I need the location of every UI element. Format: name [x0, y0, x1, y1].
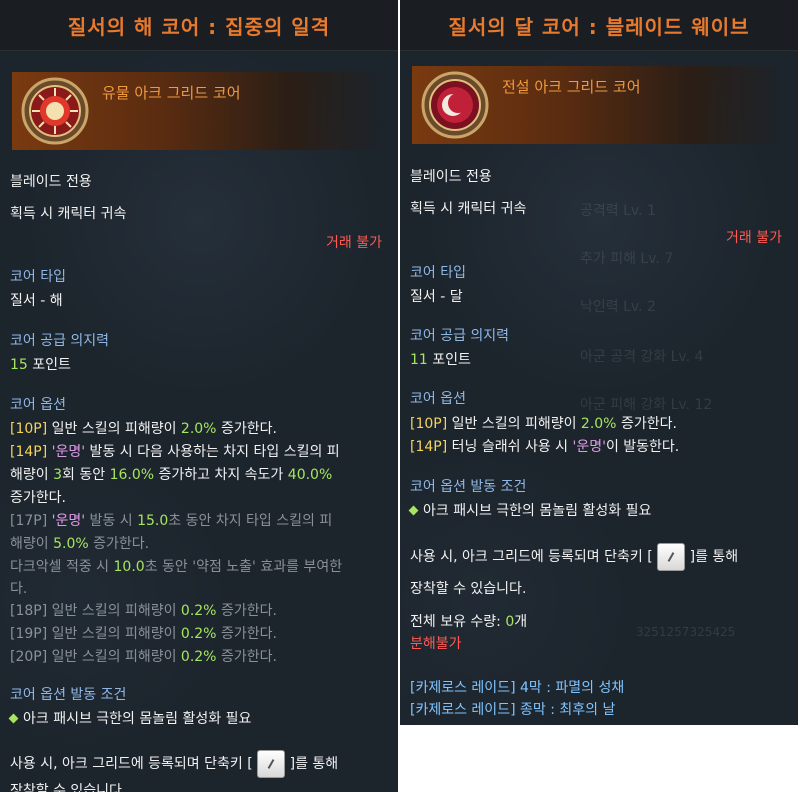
option-19p: [19P] 일반 스킬의 피해량이 0.2% 증가한다.: [10, 626, 277, 642]
trade-status: 거래 불가: [726, 230, 782, 246]
title-bar: 질서의 달 코어 : 블레이드 웨이브: [400, 0, 798, 51]
option-condition: 아크 패시브 극한의 몸놀림 활성화 필요: [6, 708, 251, 728]
hotkey-icon: [257, 750, 286, 778]
option-17p: [17P] '운명' 발동 시 15.0초 동안 차지 타입 스킬의 피: [10, 513, 333, 529]
background-text: 아군 피해 강화 Lv. 12: [580, 397, 713, 413]
class-restriction: 블레이드 전용: [10, 174, 92, 190]
source-raid-final: [카제로스 레이드] 종막 : 최후의 날: [410, 702, 616, 718]
item-title: 질서의 해 코어 : 집중의 일격: [67, 14, 331, 39]
background-text: 공격력 Lv. 1: [580, 203, 656, 219]
core-options-label: 코어 옵션: [410, 391, 466, 407]
option-condition-label: 코어 옵션 발동 조건: [10, 687, 127, 703]
title-bar: 질서의 해 코어 : 집중의 일격: [0, 0, 398, 51]
bind-info: 획득 시 캐릭터 귀속: [410, 201, 527, 217]
usage-info: 사용 시, 아크 그리드에 등록되며 단축키 [ ]를 통해: [10, 750, 338, 778]
option-14p-end: 증가한다.: [10, 490, 66, 506]
source-raid-4: [카제로스 레이드] 4막 : 파멸의 성채: [410, 680, 625, 696]
diamond-bullet-icon: [408, 505, 419, 515]
background-text: 3251257325425: [636, 625, 736, 639]
hotkey-icon: [657, 543, 686, 571]
item-header: 전설 아크 그리드 코어: [412, 66, 786, 144]
item-title: 질서의 달 코어 : 블레이드 웨이브: [448, 14, 750, 39]
willpower-value: 15 포인트: [10, 357, 71, 373]
background-text: 아군 공격 강화 Lv. 4: [580, 349, 704, 365]
usage-info: 사용 시, 아크 그리드에 등록되며 단축키 [ ]를 통해: [410, 543, 738, 571]
option-20p: [20P] 일반 스킬의 피해량이 0.2% 증가한다.: [10, 649, 277, 665]
option-14p: [14P] '운명' 발동 시 다음 사용하는 차지 타입 스킬의 피: [10, 444, 340, 460]
item-grade: 전설 아크 그리드 코어: [502, 78, 641, 96]
owned-quantity: 전체 보유 수량: 0개: [410, 614, 528, 630]
bind-info: 획득 시 캐릭터 귀속: [10, 206, 127, 222]
item-header: 유물 아크 그리드 코어: [12, 72, 386, 150]
option-condition: 아크 패시브 극한의 몸놀림 활성화 필요: [406, 500, 651, 520]
core-options-label: 코어 옵션: [10, 397, 66, 413]
core-type-label: 코어 타입: [410, 265, 466, 281]
option-14p: [14P] 터닝 슬래쉬 사용 시 '운명'이 발동한다.: [410, 439, 680, 455]
option-14p-cont: 해량이 3회 동안 16.0% 증가하고 차지 속도가 40.0%: [10, 467, 333, 483]
usage-info-line2: 장착할 수 있습니다.: [10, 783, 127, 792]
background-text: 추가 피해 Lv. 7: [580, 251, 674, 267]
option-10p: [10P] 일반 스킬의 피해량이 2.0% 증가한다.: [410, 416, 677, 432]
tooltip-right: 공격력 Lv. 1 추가 피해 Lv. 7 낙인력 Lv. 2 아군 공격 강화…: [400, 0, 798, 725]
willpower-value: 11 포인트: [410, 352, 471, 368]
willpower-label: 코어 공급 의지력: [10, 333, 110, 349]
core-type-value: 질서 - 달: [410, 289, 463, 305]
background-text: 낙인력 Lv. 2: [580, 299, 656, 315]
class-restriction: 블레이드 전용: [410, 169, 492, 185]
trade-status: 거래 불가: [326, 235, 382, 251]
diamond-bullet-icon: [8, 713, 19, 723]
option-17p-end: 다.: [10, 581, 28, 597]
option-17p-extra: 다크악셀 적중 시 10.0초 동안 '약점 노출' 효과를 부여한: [10, 559, 343, 575]
usage-info-line2: 장착할 수 있습니다.: [410, 581, 527, 597]
option-17p-cont: 해량이 5.0% 증가한다.: [10, 536, 150, 552]
option-10p: [10P] 일반 스킬의 피해량이 2.0% 증가한다.: [10, 421, 277, 437]
item-grade: 유물 아크 그리드 코어: [102, 84, 241, 102]
sun-core-icon: [20, 76, 90, 146]
core-type-label: 코어 타입: [10, 269, 66, 285]
option-condition-label: 코어 옵션 발동 조건: [410, 479, 527, 495]
moon-core-icon: [420, 70, 490, 140]
willpower-label: 코어 공급 의지력: [410, 328, 510, 344]
tooltip-left: 질서의 해 코어 : 집중의 일격 유물 아크 그리드 코어 블레이드 전용 획…: [0, 0, 398, 792]
core-type-value: 질서 - 해: [10, 293, 63, 309]
disassemble-status: 분해불가: [410, 636, 462, 652]
option-18p: [18P] 일반 스킬의 피해량이 0.2% 증가한다.: [10, 603, 277, 619]
